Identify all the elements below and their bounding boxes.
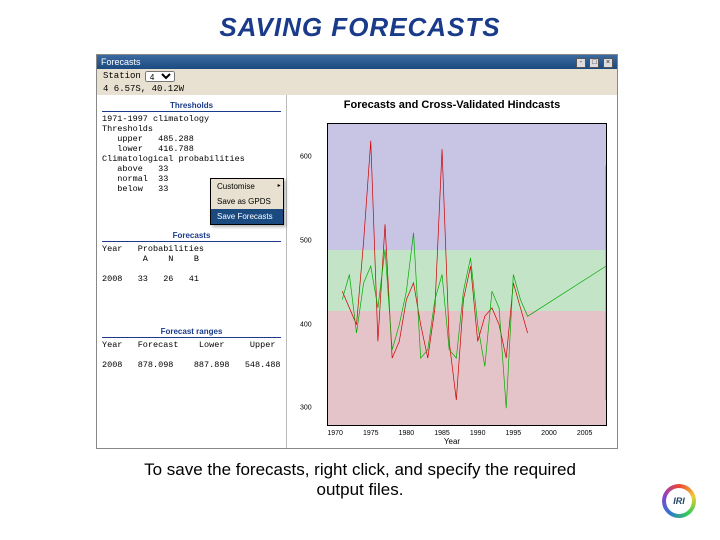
- station-row: Station 4: [97, 69, 617, 83]
- left-panel: Thresholds 1971-1997 climatology Thresho…: [97, 95, 287, 448]
- iri-logo: IRI: [662, 484, 704, 526]
- chart-title: Forecasts and Cross-Validated Hindcasts: [287, 95, 617, 111]
- window-controls: - □ ×: [575, 56, 613, 68]
- ranges-body: Year Forecast Lower Upper 2008 878.098 8…: [102, 340, 281, 370]
- chart-plot[interactable]: 3004005006001970197519801985199019952000…: [327, 123, 607, 426]
- chart-svg: [328, 124, 606, 425]
- close-icon[interactable]: ×: [603, 58, 613, 68]
- menu-save-gpds[interactable]: Save as GPDS: [211, 194, 283, 209]
- station-label: Station: [103, 71, 141, 81]
- logo-text: IRI: [666, 488, 692, 514]
- slide-title: SAVING FORECASTS: [0, 0, 720, 49]
- app-window: Forecasts - □ × Station 4 4 6.57S, 40.12…: [96, 54, 618, 449]
- chart-panel: Forecasts and Cross-Validated Hindcasts …: [287, 95, 617, 448]
- ranges-heading: Forecast ranges: [102, 326, 281, 338]
- station-coords: 4 6.57S, 40.12W: [97, 83, 617, 95]
- context-menu: Customise Save as GPDS Save Forecasts: [210, 178, 284, 225]
- window-title: Forecasts: [101, 57, 141, 67]
- forecasts-heading: Forecasts: [102, 230, 281, 242]
- titlebar[interactable]: Forecasts - □ ×: [97, 55, 617, 69]
- forecasts-body: Year Probabilities A N B 2008 33 26 41: [102, 244, 281, 284]
- maximize-icon[interactable]: □: [589, 58, 599, 68]
- thresholds-heading: Thresholds: [102, 100, 281, 112]
- station-select[interactable]: 4: [145, 71, 175, 82]
- x-axis-label: Year: [444, 437, 460, 446]
- menu-save-forecasts[interactable]: Save Forecasts: [211, 209, 283, 224]
- minimize-icon[interactable]: -: [576, 58, 586, 68]
- menu-customise[interactable]: Customise: [211, 179, 283, 194]
- slide-caption: To save the forecasts, right click, and …: [120, 460, 600, 500]
- logo-ring-icon: IRI: [662, 484, 696, 518]
